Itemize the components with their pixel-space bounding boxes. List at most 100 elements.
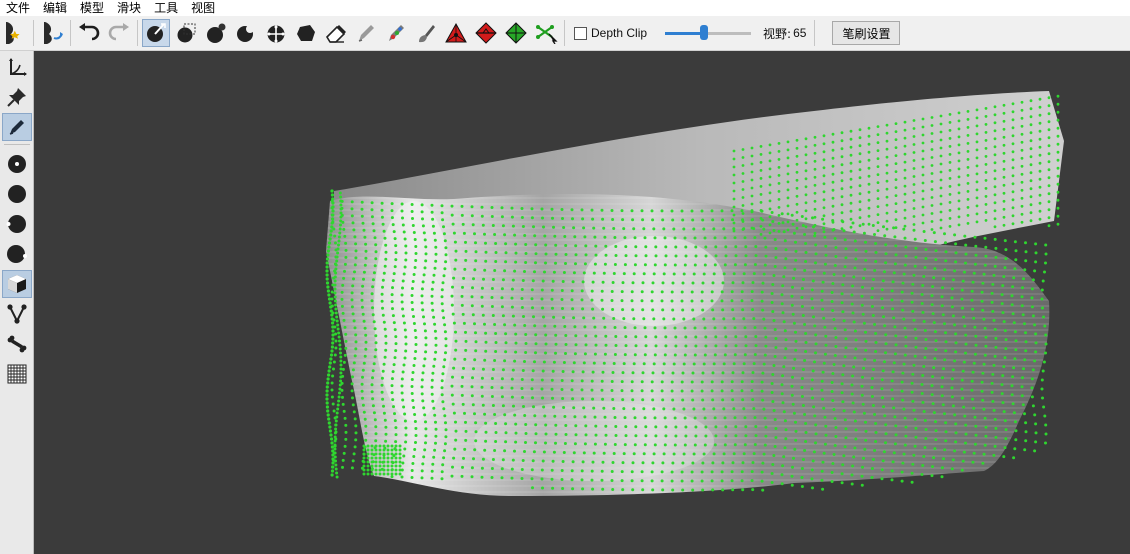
- vertex-point: [822, 230, 826, 234]
- vertex-point: [674, 245, 678, 249]
- bone-icon[interactable]: [2, 330, 32, 358]
- vertex-point: [870, 476, 874, 479]
- vertex-point: [330, 445, 334, 449]
- color-pen-icon[interactable]: [382, 19, 410, 47]
- vertex-point: [354, 424, 358, 428]
- vertex-point: [366, 472, 370, 476]
- vertex-point: [1014, 249, 1018, 253]
- vertex-point: [813, 175, 817, 179]
- sphere-sub-icon[interactable]: [232, 19, 260, 47]
- vertex-point: [843, 265, 847, 269]
- vertex-point: [574, 244, 578, 248]
- vertex-point: [600, 208, 604, 212]
- model-mirror-icon[interactable]: [1, 19, 29, 47]
- vertex-point: [371, 285, 375, 289]
- vertex-point: [351, 459, 355, 463]
- pencil-icon[interactable]: [1, 113, 32, 141]
- vertex-point: [724, 425, 728, 429]
- depth-clip-toggle[interactable]: Depth Clip: [574, 26, 647, 40]
- vertex-point: [1002, 103, 1006, 107]
- vertex-point: [484, 349, 488, 353]
- red-triangle-icon[interactable]: [442, 19, 470, 47]
- green-diamond-icon[interactable]: [502, 19, 530, 47]
- redo-icon[interactable]: [105, 19, 133, 47]
- vertex-point: [337, 235, 341, 239]
- vertex-point: [491, 224, 495, 227]
- vertex-dot-icon[interactable]: [2, 150, 32, 178]
- sphere-left-icon[interactable]: [2, 210, 32, 238]
- menu-file[interactable]: 文件: [0, 0, 37, 16]
- viewport-canvas[interactable]: [34, 51, 1130, 554]
- vertex-point: [471, 403, 475, 407]
- vertex-point: [910, 381, 914, 385]
- vertex-point: [782, 230, 786, 234]
- vertex-point: [795, 186, 799, 190]
- vertex-point: [680, 299, 684, 303]
- vertex-point: [993, 201, 997, 205]
- vertex-point: [1012, 276, 1016, 280]
- 3d-viewport[interactable]: [34, 51, 1130, 554]
- vertex-point: [603, 325, 607, 329]
- vertex-point: [614, 425, 618, 428]
- sphere-icon[interactable]: [2, 180, 32, 208]
- vertex-point: [732, 407, 736, 411]
- vertex-point: [821, 487, 825, 491]
- vertex-point: [470, 214, 474, 218]
- vertex-point: [331, 461, 335, 465]
- link-points-icon[interactable]: [532, 19, 560, 47]
- pen-icon[interactable]: [352, 19, 380, 47]
- vertex-point: [813, 215, 817, 219]
- vertex-point: [840, 163, 844, 167]
- move-points-icon[interactable]: [262, 19, 290, 47]
- vertex-point: [923, 356, 927, 359]
- brush-settings-button[interactable]: 笔刷设置: [832, 21, 901, 45]
- vertex-point: [794, 348, 798, 352]
- vertex-point: [550, 207, 554, 211]
- menu-model[interactable]: 模型: [74, 0, 111, 16]
- vertex-point: [361, 403, 365, 407]
- sphere-right-icon[interactable]: [2, 240, 32, 268]
- smooth-points-icon[interactable]: [292, 19, 320, 47]
- menu-edit[interactable]: 编辑: [37, 0, 74, 16]
- vertex-point: [741, 196, 745, 199]
- depth-clip-checkbox[interactable]: [574, 26, 587, 40]
- cube-icon[interactable]: [1, 270, 32, 298]
- axis-icon[interactable]: [2, 53, 32, 81]
- vertex-point: [932, 321, 936, 325]
- menu-slider[interactable]: 滑块: [111, 0, 148, 16]
- brush-select-icon[interactable]: [142, 19, 170, 47]
- menu-view[interactable]: 视图: [185, 0, 222, 16]
- vertex-point: [601, 397, 605, 401]
- vertex-point: [964, 243, 968, 247]
- fov-slider[interactable]: [665, 25, 752, 41]
- vertex-point: [398, 464, 402, 468]
- undo-icon[interactable]: [75, 19, 103, 47]
- sphere-add-icon[interactable]: [202, 19, 230, 47]
- edge-vertices-icon[interactable]: [2, 300, 32, 328]
- vertex-point: [325, 405, 329, 409]
- vertex-point: [326, 289, 330, 293]
- vertex-point: [804, 169, 808, 173]
- model-flip-icon[interactable]: [38, 19, 66, 47]
- vertex-point: [370, 460, 374, 464]
- vertex-point: [1000, 293, 1004, 297]
- red-diamond-icon[interactable]: [472, 19, 500, 47]
- vertex-point: [975, 188, 979, 192]
- eraser-icon[interactable]: [322, 19, 350, 47]
- rect-select-icon[interactable]: [172, 19, 200, 47]
- grid-icon[interactable]: [2, 360, 32, 388]
- vertex-point: [612, 227, 616, 230]
- menu-tools[interactable]: 工具: [148, 0, 185, 16]
- vertex-point: [841, 400, 845, 404]
- vertex-point: [1047, 112, 1051, 116]
- vertex-point: [401, 398, 405, 402]
- fov-slider-thumb[interactable]: [699, 25, 708, 40]
- paint-brush-icon[interactable]: [412, 19, 440, 47]
- pin-icon[interactable]: [2, 83, 32, 111]
- vertex-point: [921, 157, 925, 161]
- vertex-point: [972, 316, 976, 320]
- vertex-point: [982, 452, 986, 456]
- vertex-point: [334, 241, 337, 245]
- vertex-point: [581, 280, 585, 284]
- vertex-point: [386, 460, 390, 464]
